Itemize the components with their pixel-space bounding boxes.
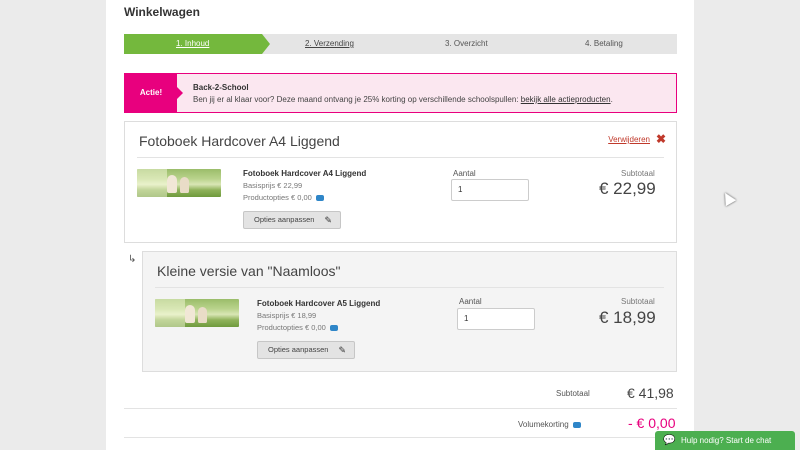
item-heading: Fotoboek Hardcover A4 Liggend: [139, 133, 340, 149]
promo-text: Ben jij er al klaar voor? Deze maand ont…: [193, 95, 613, 104]
remove-link[interactable]: Verwijderen: [608, 135, 650, 144]
pencil-icon: ✎: [324, 215, 332, 225]
step-overzicht: 3. Overzicht: [445, 39, 488, 48]
checkout-steps: 1. Inhoud 2. Verzending 3. Overzicht 4. …: [124, 34, 677, 54]
divider: [137, 157, 664, 158]
promo-tag: Actie!: [125, 74, 183, 112]
options-price: Productopties € 0,00: [243, 193, 324, 202]
promo-title: Back-2-School: [193, 83, 249, 92]
product-thumbnail: [137, 169, 221, 197]
subtotal-label: Subtotaal: [621, 297, 655, 306]
promo-body: Ben jij er al klaar voor? Deze maand ont…: [193, 95, 521, 104]
options-edit-label: Opties aanpassen: [254, 215, 315, 224]
options-price-text: Productopties € 0,00: [243, 193, 312, 202]
divider: [124, 437, 677, 438]
promo-link[interactable]: bekijk alle actieproducten: [521, 95, 611, 104]
info-icon[interactable]: [315, 195, 324, 202]
info-icon[interactable]: [572, 421, 581, 428]
cart-item-2: Kleine versie van "Naamloos" Fotoboek Ha…: [142, 251, 677, 372]
options-price-text: Productopties € 0,00: [257, 323, 326, 332]
promo-suffix: .: [610, 95, 613, 104]
item-subtotal: € 18,99: [599, 308, 656, 327]
options-price: Productopties € 0,00: [257, 323, 338, 332]
product-name: Fotoboek Hardcover A4 Liggend: [243, 169, 367, 178]
divider: [124, 408, 677, 409]
totals-subtotal: € 41,98: [627, 385, 674, 401]
quantity-input[interactable]: 1: [457, 308, 535, 330]
options-edit-label: Opties aanpassen: [268, 345, 329, 354]
options-edit-button[interactable]: Opties aanpassen ✎: [243, 211, 341, 229]
product-name: Fotoboek Hardcover A5 Liggend: [257, 299, 381, 308]
close-icon[interactable]: ✖: [656, 132, 666, 146]
discount-value: - € 0,00: [628, 415, 676, 431]
divider: [155, 287, 664, 288]
subtotal-label: Subtotaal: [621, 169, 655, 178]
cart-item-1: Fotoboek Hardcover A4 Liggend Verwijdere…: [124, 121, 677, 243]
discount-label: Volumekorting: [518, 420, 581, 429]
promo-banner: Actie! Back-2-School Ben jij er al klaar…: [124, 73, 677, 113]
return-arrow-icon: ↳: [128, 254, 137, 265]
options-edit-button[interactable]: Opties aanpassen ✎: [257, 341, 355, 359]
base-price: Basisprijs € 22,99: [243, 181, 303, 190]
step-betaling: 4. Betaling: [585, 39, 623, 48]
product-thumbnail: [155, 299, 239, 327]
chat-button[interactable]: 💬 Hulp nodig? Start de chat: [655, 431, 795, 450]
chat-bubble-icon: 💬: [663, 435, 676, 446]
item-subtotal: € 22,99: [599, 179, 656, 198]
mouse-cursor-icon: [719, 189, 737, 207]
discount-label-text: Volumekorting: [518, 420, 569, 429]
step-inhoud[interactable]: 1. Inhoud: [176, 39, 209, 48]
quantity-input[interactable]: 1: [451, 179, 529, 201]
pencil-icon: ✎: [338, 345, 346, 355]
info-icon[interactable]: [329, 325, 338, 332]
qty-label: Aantal: [459, 297, 482, 306]
base-price: Basisprijs € 18,99: [257, 311, 317, 320]
step-verzending[interactable]: 2. Verzending: [305, 39, 354, 48]
item-heading: Kleine versie van "Naamloos": [157, 263, 341, 279]
totals-subtotal-label: Subtotaal: [556, 389, 590, 398]
qty-label: Aantal: [453, 169, 476, 178]
chat-label: Hulp nodig? Start de chat: [681, 436, 772, 445]
page-title: Winkelwagen: [124, 5, 200, 19]
